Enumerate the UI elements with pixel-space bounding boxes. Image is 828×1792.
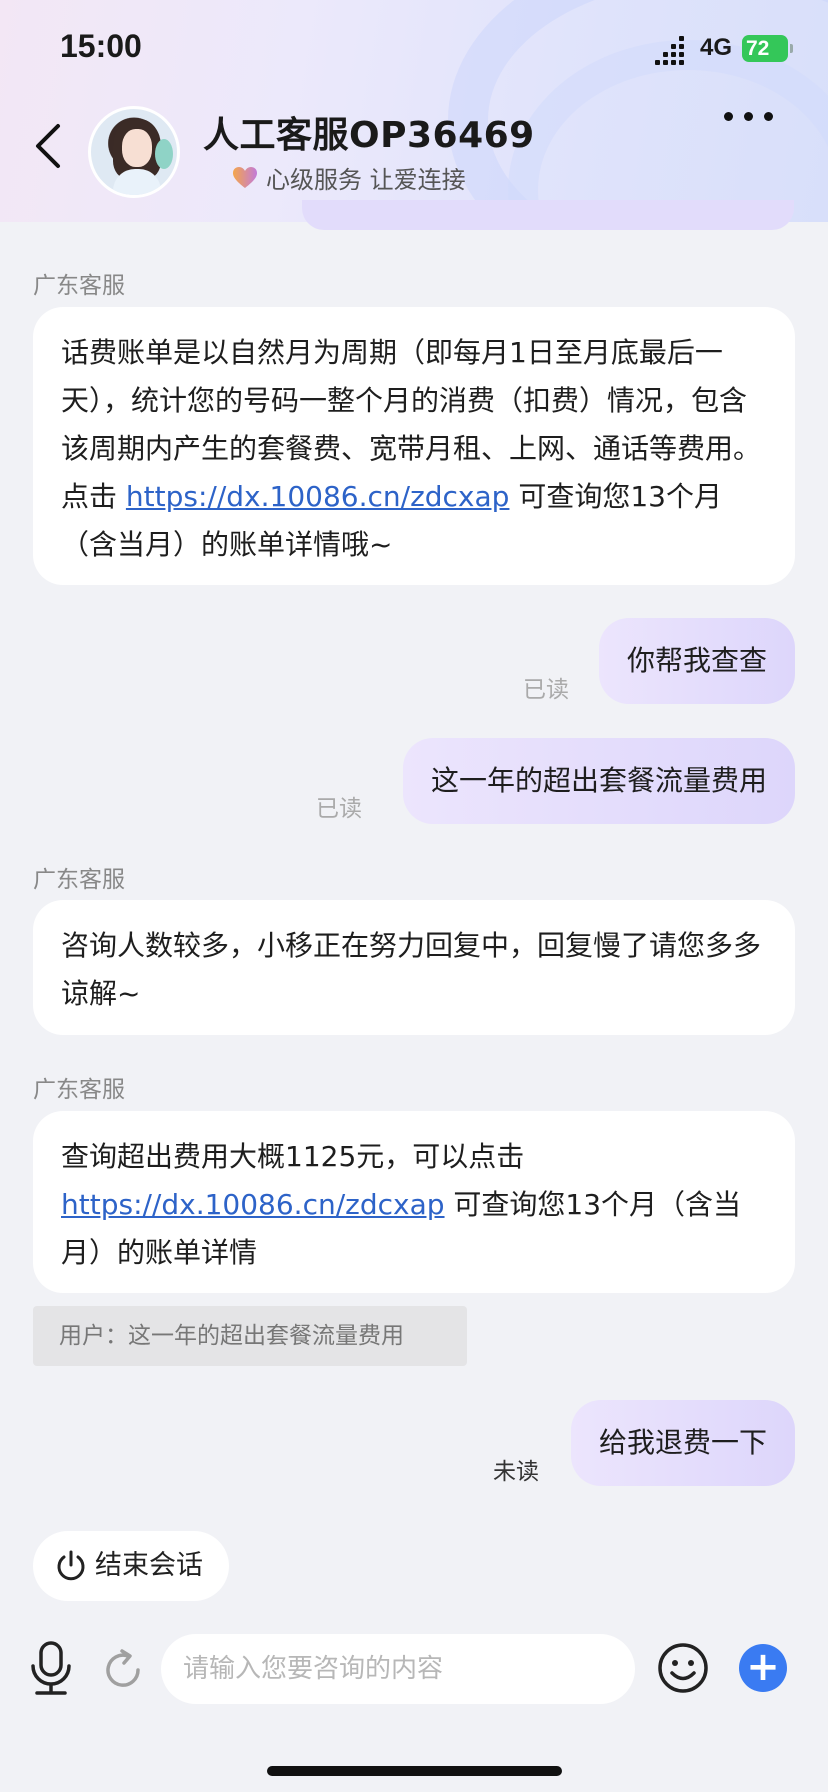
agent-message: 咨询人数较多，小移正在努力回复中，回复慢了请您多多谅解~	[33, 900, 795, 1035]
message-input[interactable]	[161, 1634, 635, 1704]
tagline: 心级服务 让爱连接	[266, 166, 466, 194]
previous-message-bubble	[302, 200, 794, 230]
add-icon[interactable]: +	[739, 1644, 787, 1692]
quoted-user-message: 用户：这一年的超出套餐流量费用	[33, 1306, 467, 1366]
agent-name: 人工客服OP36469	[203, 115, 535, 156]
network-type: 4G	[700, 34, 733, 61]
user-message: 你帮我查查	[598, 618, 795, 704]
battery-icon: 72	[742, 35, 793, 62]
agent-message: 话费账单是以自然月为周期（即每月1日至月底最后一天），统计您的号码一整个月的消费…	[33, 307, 795, 585]
signal-icon	[655, 36, 684, 65]
microphone-icon[interactable]	[28, 1640, 74, 1696]
heart-icon	[233, 167, 257, 188]
user-message: 这一年的超出套餐流量费用	[402, 738, 795, 824]
more-options-icon[interactable]	[724, 112, 773, 121]
bill-link[interactable]: https://dx.10086.cn/zdcxap	[126, 480, 510, 513]
home-indicator	[267, 1766, 562, 1776]
sender-label: 广东客服	[33, 273, 125, 299]
unread-status: 未读	[493, 1459, 539, 1485]
message-text: 查询超出费用大概1125元，可以点击	[61, 1140, 525, 1173]
emoji-icon[interactable]	[657, 1642, 709, 1694]
end-session-label: 结束会话	[95, 1550, 203, 1581]
refresh-icon[interactable]	[100, 1647, 146, 1693]
end-session-button[interactable]: 结束会话	[33, 1531, 229, 1601]
bill-link[interactable]: https://dx.10086.cn/zdcxap	[61, 1188, 445, 1221]
message-text: 咨询人数较多，小移正在努力回复中，回复慢了请您多多谅解~	[61, 929, 762, 1010]
user-message: 给我退费一下	[570, 1400, 795, 1486]
agent-avatar[interactable]	[88, 106, 180, 198]
sender-label: 广东客服	[33, 867, 125, 893]
status-time: 15:00	[60, 28, 142, 64]
read-status: 已读	[523, 677, 569, 703]
back-icon[interactable]	[30, 118, 70, 174]
read-status: 已读	[316, 796, 362, 822]
power-icon	[57, 1550, 85, 1581]
agent-message: 查询超出费用大概1125元，可以点击 https://dx.10086.cn/z…	[33, 1111, 795, 1293]
sender-label: 广东客服	[33, 1077, 125, 1103]
